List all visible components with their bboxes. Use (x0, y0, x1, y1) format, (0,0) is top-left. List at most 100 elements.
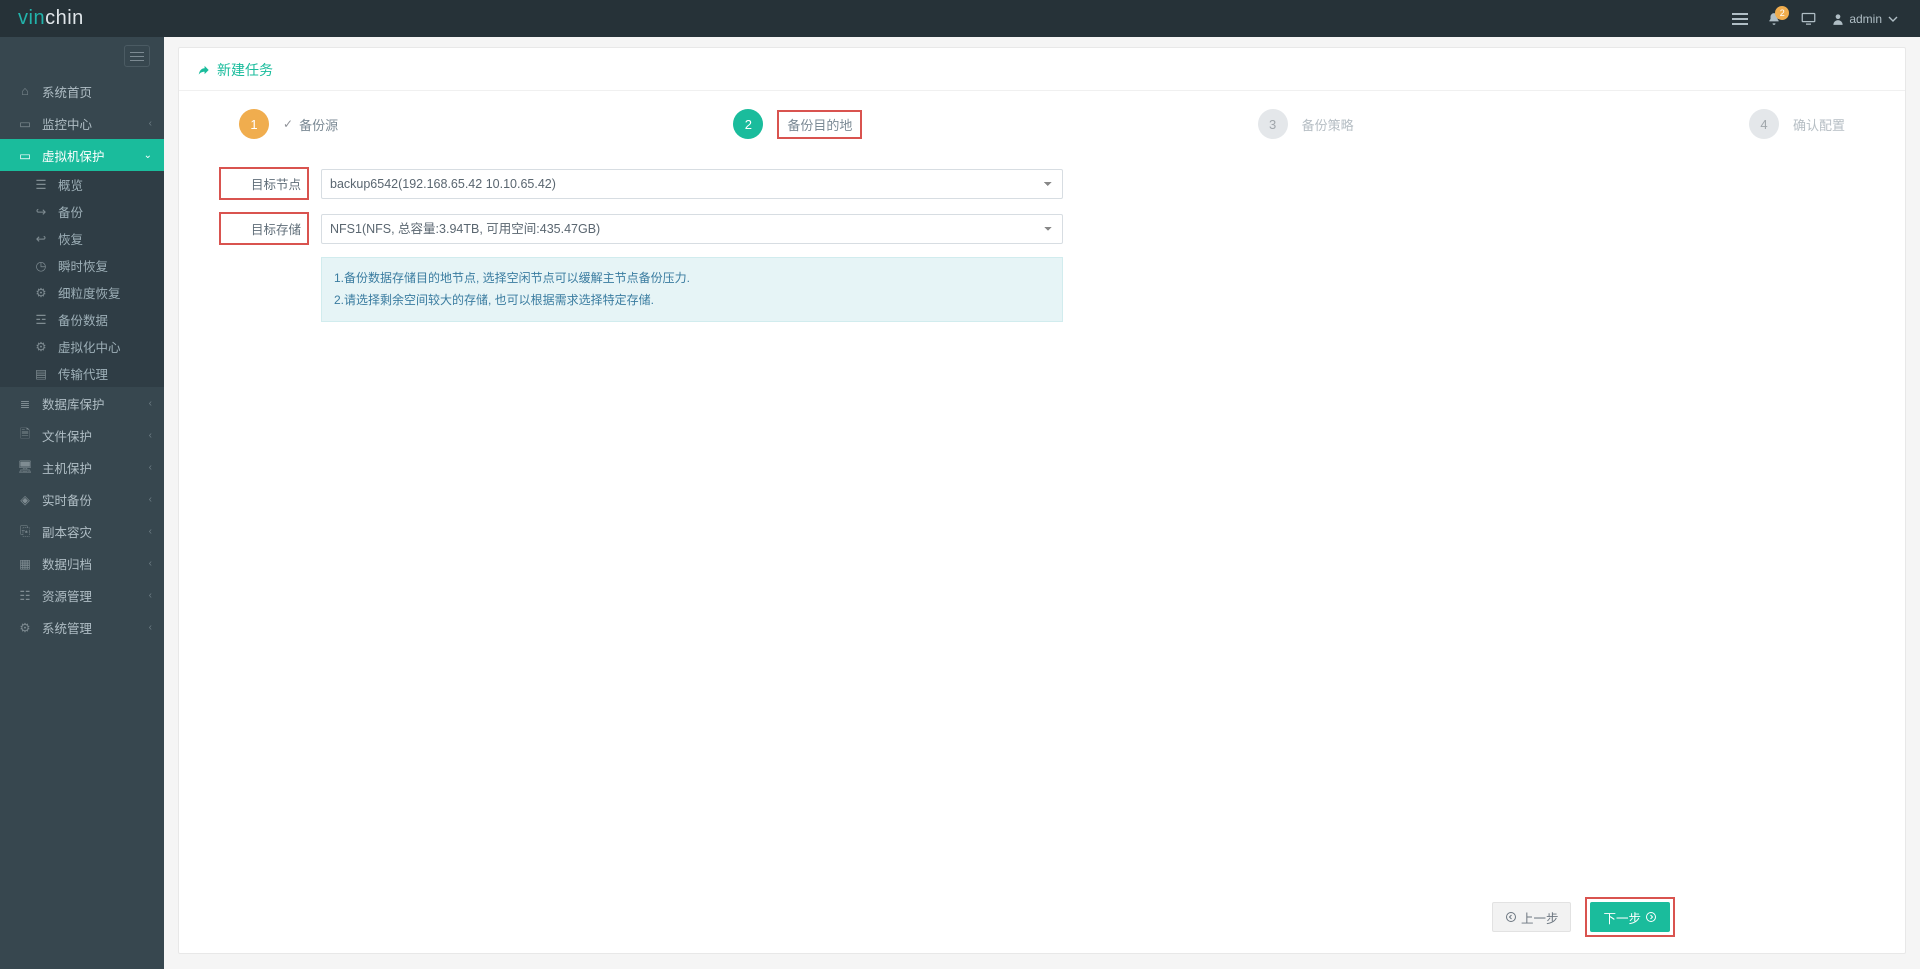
archive-icon: ▦ (16, 556, 34, 571)
sidebar-item-label: 细粒度恢复 (58, 283, 121, 302)
check-icon: ✓ (283, 117, 293, 131)
label-text: 目标存储 (251, 223, 301, 237)
sidebar-item-label: 恢复 (58, 229, 83, 248)
hamburger-icon (124, 45, 150, 67)
panel: 新建任务 1 ✓ 备份源 2 备份目的地 3 备份策略 4 (178, 47, 1906, 954)
button-row: 上一步 下一步 (1492, 897, 1675, 937)
sidebar-item-label: 备份数据 (58, 310, 108, 329)
sidebar-item-system[interactable]: ⚙系统管理‹ (0, 611, 164, 643)
notification-badge: 2 (1775, 6, 1789, 20)
cog-icon: ⚙ (32, 339, 50, 354)
sidebar-item-vm-protect[interactable]: ▭ 虚拟机保护 ⌄ (0, 139, 164, 171)
step-3[interactable]: 3 备份策略 (1258, 109, 1354, 139)
step-4[interactable]: 4 确认配置 (1749, 109, 1845, 139)
sidebar-item-archive[interactable]: ▦ 数据归档 ‹ (0, 547, 164, 579)
form: 目标节点 backup6542(192.168.65.42 10.10.65.4… (179, 157, 1905, 322)
sidebar-item-db-protect[interactable]: ≣数据库保护‹ (0, 387, 164, 419)
sidebar-item-label: 资源管理 (42, 586, 92, 605)
step-label: 备份策略 (1302, 115, 1354, 134)
sidebar-item-label: 文件保护 (42, 426, 92, 445)
sidebar-item-label: 主机保护 (42, 458, 92, 477)
chevron-left-icon: ‹ (149, 558, 152, 569)
gear-icon: ⚙ (32, 285, 50, 300)
chevron-left-icon: ‹ (149, 118, 152, 129)
next-button[interactable]: 下一步 (1590, 902, 1670, 932)
chevron-left-icon: ‹ (149, 526, 152, 537)
sidebar-sub-virtual-center[interactable]: ⚙ 虚拟化中心 (0, 333, 164, 360)
shield-icon: ◈ (16, 492, 34, 507)
user-name: admin (1849, 12, 1882, 26)
label-target-storage: 目标存储 (219, 212, 309, 245)
sidebar-item-host-protect[interactable]: 🖥主机保护‹ (0, 451, 164, 483)
sidebar-submenu: ☰概览 ↪ 备份 ↩ 恢复 ◷ 瞬时恢复 ⚙ 细粒度恢复 ☲ 备份数据 ⚙ 虚拟化中心 ▤传… (0, 171, 164, 387)
sidebar-item-label: 传输代理 (58, 364, 108, 383)
sidebar-item-label: 数据库保护 (42, 394, 105, 413)
monitor-icon: ▭ (16, 116, 34, 131)
brand-logo: vinchin (18, 7, 84, 30)
sidebar-item-label: 虚拟化中心 (58, 337, 121, 356)
select-target-storage[interactable]: NFS1(NFS, 总容量:3.94TB, 可用空间:435.47GB) (321, 214, 1063, 244)
reply-icon: ↩ (32, 231, 50, 246)
clock-icon: ◷ (32, 258, 50, 273)
user-dropdown[interactable]: admin (1831, 12, 1902, 26)
chevron-down-icon: ⌄ (144, 150, 152, 161)
share-icon: ↪ (32, 204, 50, 219)
step-number: 2 (733, 109, 763, 139)
file-icon: 🗎 (16, 425, 34, 446)
sidebar-item-replica-dr[interactable]: ⎘ 副本容灾 ‹ (0, 515, 164, 547)
label-text: 目标节点 (251, 178, 301, 192)
chevron-left-icon: ‹ (149, 398, 152, 409)
arrow-right-circle-icon (1645, 911, 1657, 923)
sidebar-item-label: 数据归档 (42, 554, 92, 573)
sidebar-sub-instant-restore[interactable]: ◷ 瞬时恢复 (0, 252, 164, 279)
sidebar-sub-transport-agent[interactable]: ▤传输代理 (0, 360, 164, 387)
sidebar-item-file-protect[interactable]: 🗎文件保护‹ (0, 419, 164, 451)
database-icon: ☲ (32, 312, 50, 327)
sidebar-item-resource[interactable]: ☷资源管理‹ (0, 579, 164, 611)
arrow-left-circle-icon (1505, 911, 1517, 923)
sidebar-item-home[interactable]: ⌂ 系统首页 (0, 75, 164, 107)
topbar-list-icon[interactable] (1725, 4, 1755, 34)
step-label: 备份目的地 (787, 118, 852, 133)
sidebar-item-label: 瞬时恢复 (58, 256, 108, 275)
sidebar-item-monitor[interactable]: ▭ 监控中心 ‹ (0, 107, 164, 139)
stepper: 1 ✓ 备份源 2 备份目的地 3 备份策略 4 确认配置 (179, 91, 1905, 157)
sidebar-sub-restore[interactable]: ↩ 恢复 (0, 225, 164, 252)
sidebar-toggle[interactable] (0, 37, 164, 75)
select-target-node[interactable]: backup6542(192.168.65.42 10.10.65.42) (321, 169, 1063, 199)
main-content: 新建任务 1 ✓ 备份源 2 备份目的地 3 备份策略 4 (164, 37, 1920, 969)
sidebar-item-label: 备份 (58, 202, 83, 221)
next-button-highlight: 下一步 (1585, 897, 1675, 937)
topbar: vinchin 2 admin (0, 0, 1920, 37)
monitor-icon[interactable] (1793, 4, 1823, 34)
step-1[interactable]: 1 ✓ 备份源 (239, 109, 338, 139)
page-title-text: 新建任务 (217, 60, 273, 80)
sidebar-sub-overview[interactable]: ☰概览 (0, 171, 164, 198)
sidebar-sub-backup[interactable]: ↪ 备份 (0, 198, 164, 225)
sidebar-item-realtime-backup[interactable]: ◈实时备份‹ (0, 483, 164, 515)
button-label: 上一步 (1521, 908, 1559, 927)
step-number: 4 (1749, 109, 1779, 139)
copy-icon: ⎘ (16, 524, 34, 539)
help-box: 1.备份数据存储目的地节点, 选择空闲节点可以缓解主节点备份压力. 2.请选择剩… (321, 257, 1063, 322)
resource-icon: ☷ (16, 588, 34, 603)
brand-suffix: chin (45, 7, 84, 29)
sidebar-sub-backup-data[interactable]: ☲ 备份数据 (0, 306, 164, 333)
form-row-target-storage: 目标存储 NFS1(NFS, 总容量:3.94TB, 可用空间:435.47GB… (219, 212, 1865, 245)
label-target-node: 目标节点 (219, 167, 309, 200)
sidebar-item-label: 副本容灾 (42, 522, 92, 541)
prev-button[interactable]: 上一步 (1492, 902, 1572, 932)
help-line-1: 1.备份数据存储目的地节点, 选择空闲节点可以缓解主节点备份压力. (334, 268, 1050, 290)
help-line-2: 2.请选择剩余空间较大的存储, 也可以根据需求选择特定存储. (334, 290, 1050, 312)
chevron-left-icon: ‹ (149, 494, 152, 505)
notification-bell-icon[interactable]: 2 (1759, 4, 1789, 34)
sidebar-item-label: 虚拟机保护 (42, 146, 105, 165)
sidebar-item-label: 系统管理 (42, 618, 92, 637)
step-label: 确认配置 (1793, 115, 1845, 134)
step-label-highlight: 备份目的地 (777, 110, 862, 139)
step-2[interactable]: 2 备份目的地 (733, 109, 862, 139)
sidebar-sub-granular-restore[interactable]: ⚙ 细粒度恢复 (0, 279, 164, 306)
chevron-left-icon: ‹ (149, 622, 152, 633)
display-icon: ▭ (16, 148, 34, 163)
brand-prefix: vin (18, 7, 45, 29)
